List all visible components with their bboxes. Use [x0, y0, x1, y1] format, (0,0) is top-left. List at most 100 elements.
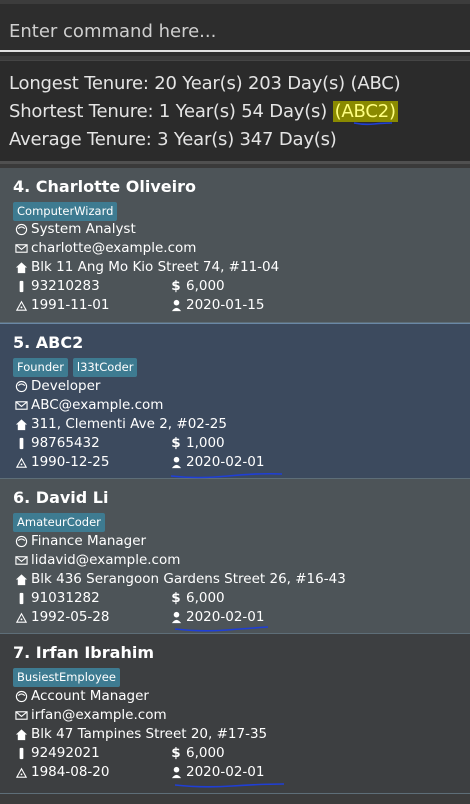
- annotation-underline: [174, 626, 269, 632]
- salary-text: 6,000: [186, 745, 225, 761]
- address-row: Blk 11 Ang Mo Kio Street 74, #11-04: [13, 259, 279, 275]
- result-display: Longest Tenure: 20 Year(s) 203 Day(s) (A…: [0, 60, 470, 164]
- person-list[interactable]: 4. Charlotte Oliveiro ComputerWizard Sys…: [0, 168, 470, 804]
- birthday-text: 1992-05-28: [31, 609, 110, 625]
- phone-row: 92492021: [13, 745, 100, 761]
- envelope-icon: [13, 553, 29, 567]
- phone-text: 91031282: [31, 590, 100, 606]
- house-icon: [13, 727, 29, 741]
- phone-icon: [13, 746, 29, 760]
- join-date-text: 2020-01-15: [186, 297, 265, 313]
- shortest-tenure-text: Shortest Tenure: 1 Year(s) 54 Day(s): [9, 101, 333, 122]
- role-row: Finance Manager: [13, 533, 146, 549]
- phone-icon: [13, 591, 29, 605]
- email-row: ABC@example.com: [13, 397, 163, 413]
- person-card[interactable]: 7. Irfan Ibrahim BusiestEmployee Account…: [0, 634, 470, 794]
- phone-text: 92492021: [31, 745, 100, 761]
- join-date-row: 2020-02-01: [168, 609, 264, 625]
- person-name: 5. ABC2: [13, 333, 84, 352]
- house-icon: [13, 260, 29, 274]
- birthday-row: 1992-05-28: [13, 609, 109, 625]
- email-row: charlotte@example.com: [13, 240, 196, 256]
- salary-row: $ 6,000: [168, 590, 225, 606]
- tag: l33tCoder: [72, 358, 138, 377]
- email-text: ABC@example.com: [31, 397, 164, 413]
- dollar-icon: $: [171, 590, 181, 606]
- role-text: Finance Manager: [31, 533, 147, 549]
- person-head-icon: [13, 689, 29, 703]
- email-row: irfan@example.com: [13, 707, 167, 723]
- birthday-text: 1991-11-01: [31, 297, 110, 313]
- person-head-icon: [13, 222, 29, 236]
- dollar-icon: $: [171, 435, 181, 451]
- email-text: irfan@example.com: [31, 707, 167, 723]
- employee-icon: [168, 610, 184, 624]
- address-text: Blk 11 Ang Mo Kio Street 74, #11-04: [31, 259, 280, 275]
- role-row: System Analyst: [13, 221, 136, 237]
- person-card[interactable]: 5. ABC2 Founder l33tCoder Developer ABC@…: [0, 323, 470, 479]
- join-date-text: 2020-02-01: [186, 764, 265, 780]
- command-input[interactable]: [0, 12, 470, 52]
- annotation-underline: [353, 122, 393, 126]
- shortest-tenure-line: Shortest Tenure: 1 Year(s) 54 Day(s) (AB…: [9, 101, 398, 122]
- employee-icon: [168, 765, 184, 779]
- role-row: Developer: [13, 378, 100, 394]
- address-row: Blk 436 Serangoon Gardens Street 26, #16…: [13, 571, 346, 587]
- salary-text: 6,000: [186, 278, 225, 294]
- salary-row: $ 1,000: [168, 435, 225, 451]
- address-row: Blk 47 Tampines Street 20, #17-35: [13, 726, 267, 742]
- address-text: Blk 436 Serangoon Gardens Street 26, #16…: [31, 571, 346, 587]
- birthday-text: 1984-08-20: [31, 764, 110, 780]
- annotation-underline: [174, 783, 285, 788]
- join-date-row: 2020-02-01: [168, 764, 264, 780]
- person-head-icon: [13, 379, 29, 393]
- average-tenure-text: Average Tenure: 3 Year(s) 347 Day(s): [9, 129, 337, 150]
- employee-icon: [168, 455, 184, 469]
- cake-icon: [13, 298, 29, 312]
- person-head-icon: [13, 534, 29, 548]
- address-row: 311, Clementi Ave 2, #02-25: [13, 416, 227, 432]
- address-text: Blk 47 Tampines Street 20, #17-35: [31, 726, 268, 742]
- dollar-icon: $: [171, 278, 181, 294]
- cake-icon: [13, 610, 29, 624]
- tag: ComputerWizard: [13, 202, 118, 221]
- cake-icon: [13, 455, 29, 469]
- house-icon: [13, 417, 29, 431]
- person-name: 4. Charlotte Oliveiro: [13, 177, 197, 196]
- employee-icon: [168, 298, 184, 312]
- join-date-text: 2020-02-01: [186, 454, 265, 470]
- email-row: lidavid@example.com: [13, 552, 180, 568]
- envelope-icon: [13, 708, 29, 722]
- longest-tenure-text: Longest Tenure: 20 Year(s) 203 Day(s) (A…: [9, 73, 401, 94]
- phone-row: 93210283: [13, 278, 100, 294]
- phone-text: 98765432: [31, 435, 100, 451]
- app-window: Longest Tenure: 20 Year(s) 203 Day(s) (A…: [0, 0, 470, 804]
- cake-icon: [13, 765, 29, 779]
- tag-list: Founder l33tCoder: [13, 358, 138, 377]
- person-card[interactable]: 6. David Li AmateurCoder Finance Manager…: [0, 479, 470, 634]
- role-text: System Analyst: [31, 221, 136, 237]
- person-name: 7. Irfan Ibrahim: [13, 643, 154, 662]
- tag: Founder: [13, 358, 68, 377]
- role-text: Account Manager: [31, 688, 149, 704]
- tag-list: BusiestEmployee: [13, 668, 120, 687]
- email-text: lidavid@example.com: [31, 552, 181, 568]
- person-name: 6. David Li: [13, 488, 109, 507]
- email-text: charlotte@example.com: [31, 240, 197, 256]
- envelope-icon: [13, 241, 29, 255]
- tag: AmateurCoder: [13, 513, 105, 532]
- phone-icon: [13, 436, 29, 450]
- address-text: 311, Clementi Ave 2, #02-25: [31, 416, 227, 432]
- phone-icon: [13, 279, 29, 293]
- birthday-row: 1991-11-01: [13, 297, 109, 313]
- salary-text: 1,000: [186, 435, 225, 451]
- house-icon: [13, 572, 29, 586]
- command-box: [0, 0, 470, 56]
- join-date-row: 2020-01-15: [168, 297, 264, 313]
- join-date-text: 2020-02-01: [186, 609, 265, 625]
- salary-text: 6,000: [186, 590, 225, 606]
- birthday-row: 1984-08-20: [13, 764, 109, 780]
- phone-text: 93210283: [31, 278, 100, 294]
- envelope-icon: [13, 398, 29, 412]
- person-card[interactable]: 4. Charlotte Oliveiro ComputerWizard Sys…: [0, 168, 470, 323]
